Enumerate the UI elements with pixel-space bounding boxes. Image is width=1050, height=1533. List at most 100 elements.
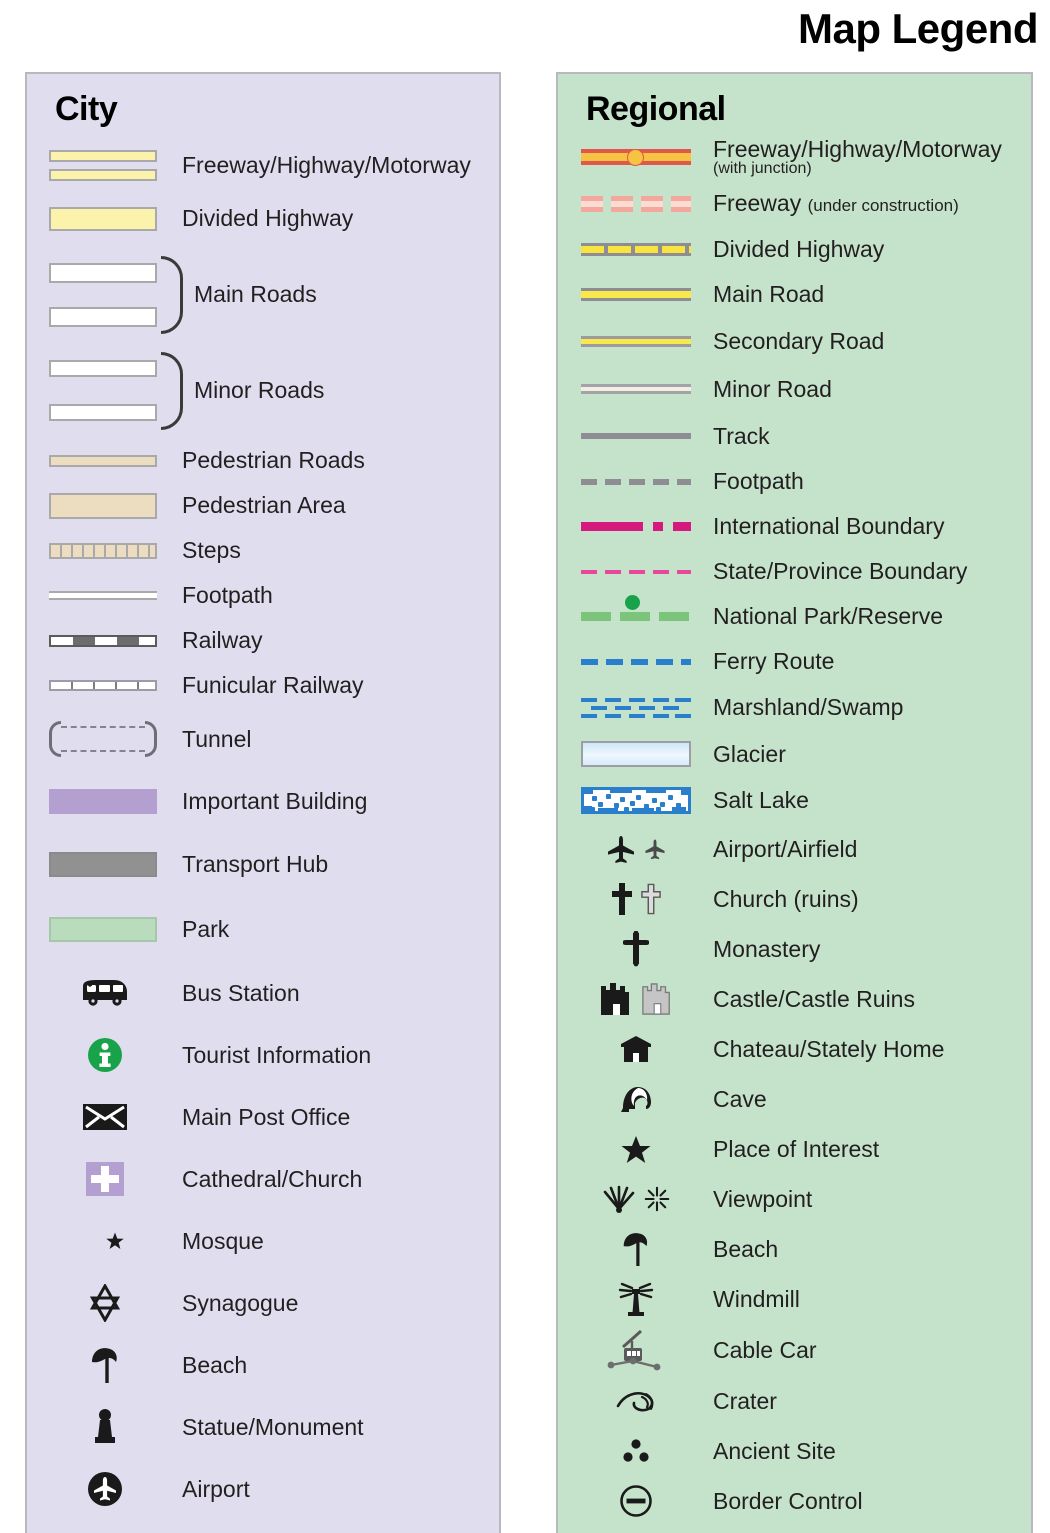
cave-icon bbox=[558, 1084, 713, 1114]
regional-panel-heading: Regional bbox=[586, 90, 726, 128]
legend-row-reg-track[interactable]: Track bbox=[558, 413, 1031, 459]
legend-row-reg-minor-road[interactable]: Minor Road bbox=[558, 365, 1031, 413]
legend-label: Bus Station bbox=[182, 979, 300, 1006]
ancient-site-icon bbox=[558, 1437, 713, 1465]
legend-row-city-mosque[interactable]: Mosque bbox=[27, 1210, 499, 1272]
crater-icon bbox=[558, 1388, 713, 1414]
legend-row-reg-viewpoint[interactable]: Viewpoint bbox=[558, 1174, 1031, 1224]
legend-row-reg-chateau[interactable]: Chateau/Stately Home bbox=[558, 1024, 1031, 1074]
legend-row-city-statue-monument[interactable]: Statue/Monument bbox=[27, 1396, 499, 1458]
legend-label: Pedestrian Area bbox=[182, 492, 346, 519]
regional-legend-panel: Regional Freeway/Highway/Motorway (with … bbox=[556, 72, 1033, 1533]
legend-label: Cable Car bbox=[713, 1336, 817, 1363]
legend-row-reg-salt-lake[interactable]: Salt Lake bbox=[558, 777, 1031, 824]
legend-row-city-synagogue[interactable]: Synagogue bbox=[27, 1272, 499, 1334]
legend-row-city-bus-station[interactable]: Bus Station bbox=[27, 962, 499, 1024]
church-cross-icons bbox=[558, 882, 713, 916]
legend-label: Important Building bbox=[182, 788, 368, 815]
legend-row-reg-cave[interactable]: Cave bbox=[558, 1074, 1031, 1124]
city-legend-panel: City Freeway/Highway/Motorway Divided Hi… bbox=[25, 72, 501, 1533]
legend-label-sub: (with junction) bbox=[713, 159, 812, 177]
legend-row-city-important-building[interactable]: Important Building bbox=[27, 770, 499, 833]
legend-row-reg-secondary-road[interactable]: Secondary Road bbox=[558, 317, 1031, 365]
legend-label: Monastery bbox=[713, 935, 821, 962]
legend-row-reg-windmill[interactable]: Windmill bbox=[558, 1274, 1031, 1324]
legend-row-reg-airport[interactable]: Airport/Airfield bbox=[558, 824, 1031, 874]
legend-label: Airport/Airfield bbox=[713, 835, 858, 862]
legend-row-city-cathedral-church[interactable]: Cathedral/Church bbox=[27, 1148, 499, 1210]
airport-circle-icon bbox=[27, 1470, 182, 1508]
legend-row-reg-divided-highway[interactable]: Divided Highway bbox=[558, 226, 1031, 272]
ferry-route-line-icon bbox=[558, 658, 713, 665]
windmill-icon bbox=[558, 1281, 713, 1317]
legend-row-reg-place-of-interest[interactable]: Place of Interest bbox=[558, 1124, 1031, 1174]
secondary-road-line-icon bbox=[558, 335, 713, 347]
legend-label: Steps bbox=[182, 537, 241, 564]
legend-row-reg-freeway-construction[interactable]: Freeway (under construction) bbox=[558, 181, 1031, 226]
legend-row-city-divided-highway[interactable]: Divided Highway bbox=[27, 191, 499, 246]
legend-row-city-tunnel[interactable]: Tunnel bbox=[27, 708, 499, 770]
legend-row-city-post-office[interactable]: Main Post Office bbox=[27, 1086, 499, 1148]
legend-row-reg-ferry-route[interactable]: Ferry Route bbox=[558, 639, 1031, 684]
pedestrian-road-bar-icon bbox=[27, 454, 182, 467]
legend-row-reg-state-boundary[interactable]: State/Province Boundary bbox=[558, 549, 1031, 594]
legend-row-city-main-roads[interactable]: Main Roads bbox=[27, 246, 499, 343]
legend-label: Mosque bbox=[182, 1227, 264, 1254]
legend-label: Main Post Office bbox=[182, 1103, 351, 1130]
legend-row-city-tourist-information[interactable]: Tourist Information bbox=[27, 1024, 499, 1086]
legend-label: Funicular Railway bbox=[182, 672, 364, 699]
legend-row-city-transport-hub[interactable]: Transport Hub bbox=[27, 833, 499, 896]
legend-label: Freeway (under construction) bbox=[713, 191, 959, 215]
legend-row-reg-national-park[interactable]: National Park/Reserve bbox=[558, 594, 1031, 639]
legend-label-main: Freeway/Highway/Motorway bbox=[713, 135, 1002, 162]
legend-row-reg-footpath[interactable]: Footpath bbox=[558, 459, 1031, 504]
legend-row-city-funicular[interactable]: Funicular Railway bbox=[27, 663, 499, 708]
railway-line-icon bbox=[27, 634, 182, 647]
legend-row-city-freeway[interactable]: Freeway/Highway/Motorway bbox=[27, 139, 499, 191]
footpath-line-icon bbox=[27, 591, 182, 600]
legend-row-city-railway[interactable]: Railway bbox=[27, 618, 499, 663]
legend-row-city-airport[interactable]: Airport bbox=[27, 1458, 499, 1520]
viewpoint-fan-icon bbox=[603, 1185, 634, 1213]
legend-row-reg-border-control[interactable]: Border Control bbox=[558, 1476, 1031, 1526]
legend-label: Railway bbox=[182, 627, 263, 654]
state-boundary-line-icon bbox=[558, 569, 713, 574]
legend-row-reg-cable-car[interactable]: Cable Car bbox=[558, 1324, 1031, 1376]
legend-row-reg-beach[interactable]: Beach bbox=[558, 1224, 1031, 1274]
legend-label: Ferry Route bbox=[713, 648, 835, 675]
legend-row-city-minor-roads[interactable]: Minor Roads bbox=[27, 343, 499, 438]
legend-label: International Boundary bbox=[713, 513, 945, 540]
legend-row-city-park[interactable]: Park bbox=[27, 896, 499, 962]
legend-label: Freeway/Highway/Motorway bbox=[182, 151, 471, 178]
chateau-icon bbox=[558, 1035, 713, 1063]
legend-row-reg-crater[interactable]: Crater bbox=[558, 1376, 1031, 1426]
legend-label: Chateau/Stately Home bbox=[713, 1035, 945, 1062]
legend-row-reg-monastery[interactable]: Monastery bbox=[558, 924, 1031, 974]
legend-row-city-pedestrian-roads[interactable]: Pedestrian Roads bbox=[27, 438, 499, 483]
castle-icons bbox=[558, 982, 713, 1016]
freeway-double-bar-icon bbox=[27, 149, 182, 181]
regional-legend-rows: Freeway/Highway/Motorway (with junction)… bbox=[558, 133, 1031, 1526]
legend-label: Cathedral/Church bbox=[182, 1165, 363, 1192]
legend-row-reg-glacier[interactable]: Glacier bbox=[558, 731, 1031, 777]
legend-row-reg-church-ruins[interactable]: Church (ruins) bbox=[558, 874, 1031, 924]
legend-label: Footpath bbox=[182, 582, 273, 609]
legend-label: Pedestrian Roads bbox=[182, 447, 365, 474]
legend-row-city-pedestrian-area[interactable]: Pedestrian Area bbox=[27, 483, 499, 528]
national-park-line-icon bbox=[558, 595, 713, 621]
castle-ruins-icon bbox=[641, 983, 670, 1015]
legend-row-reg-castle[interactable]: Castle/Castle Ruins bbox=[558, 974, 1031, 1024]
legend-row-reg-freeway[interactable]: Freeway/Highway/Motorway (with junction) bbox=[558, 133, 1031, 181]
park-swatch-icon bbox=[27, 916, 182, 942]
legend-row-reg-main-road[interactable]: Main Road bbox=[558, 272, 1031, 317]
statue-icon bbox=[27, 1407, 182, 1447]
city-legend-rows: Freeway/Highway/Motorway Divided Highway bbox=[27, 139, 499, 1520]
legend-label: Beach bbox=[182, 1351, 248, 1378]
legend-row-reg-international-boundary[interactable]: International Boundary bbox=[558, 504, 1031, 549]
legend-row-city-footpath[interactable]: Footpath bbox=[27, 573, 499, 618]
legend-row-reg-ancient-site[interactable]: Ancient Site bbox=[558, 1426, 1031, 1476]
legend-row-city-steps[interactable]: Steps bbox=[27, 528, 499, 573]
legend-row-city-beach[interactable]: Beach bbox=[27, 1334, 499, 1396]
transport-hub-swatch-icon bbox=[27, 852, 182, 877]
legend-row-reg-marshland[interactable]: Marshland/Swamp bbox=[558, 684, 1031, 731]
